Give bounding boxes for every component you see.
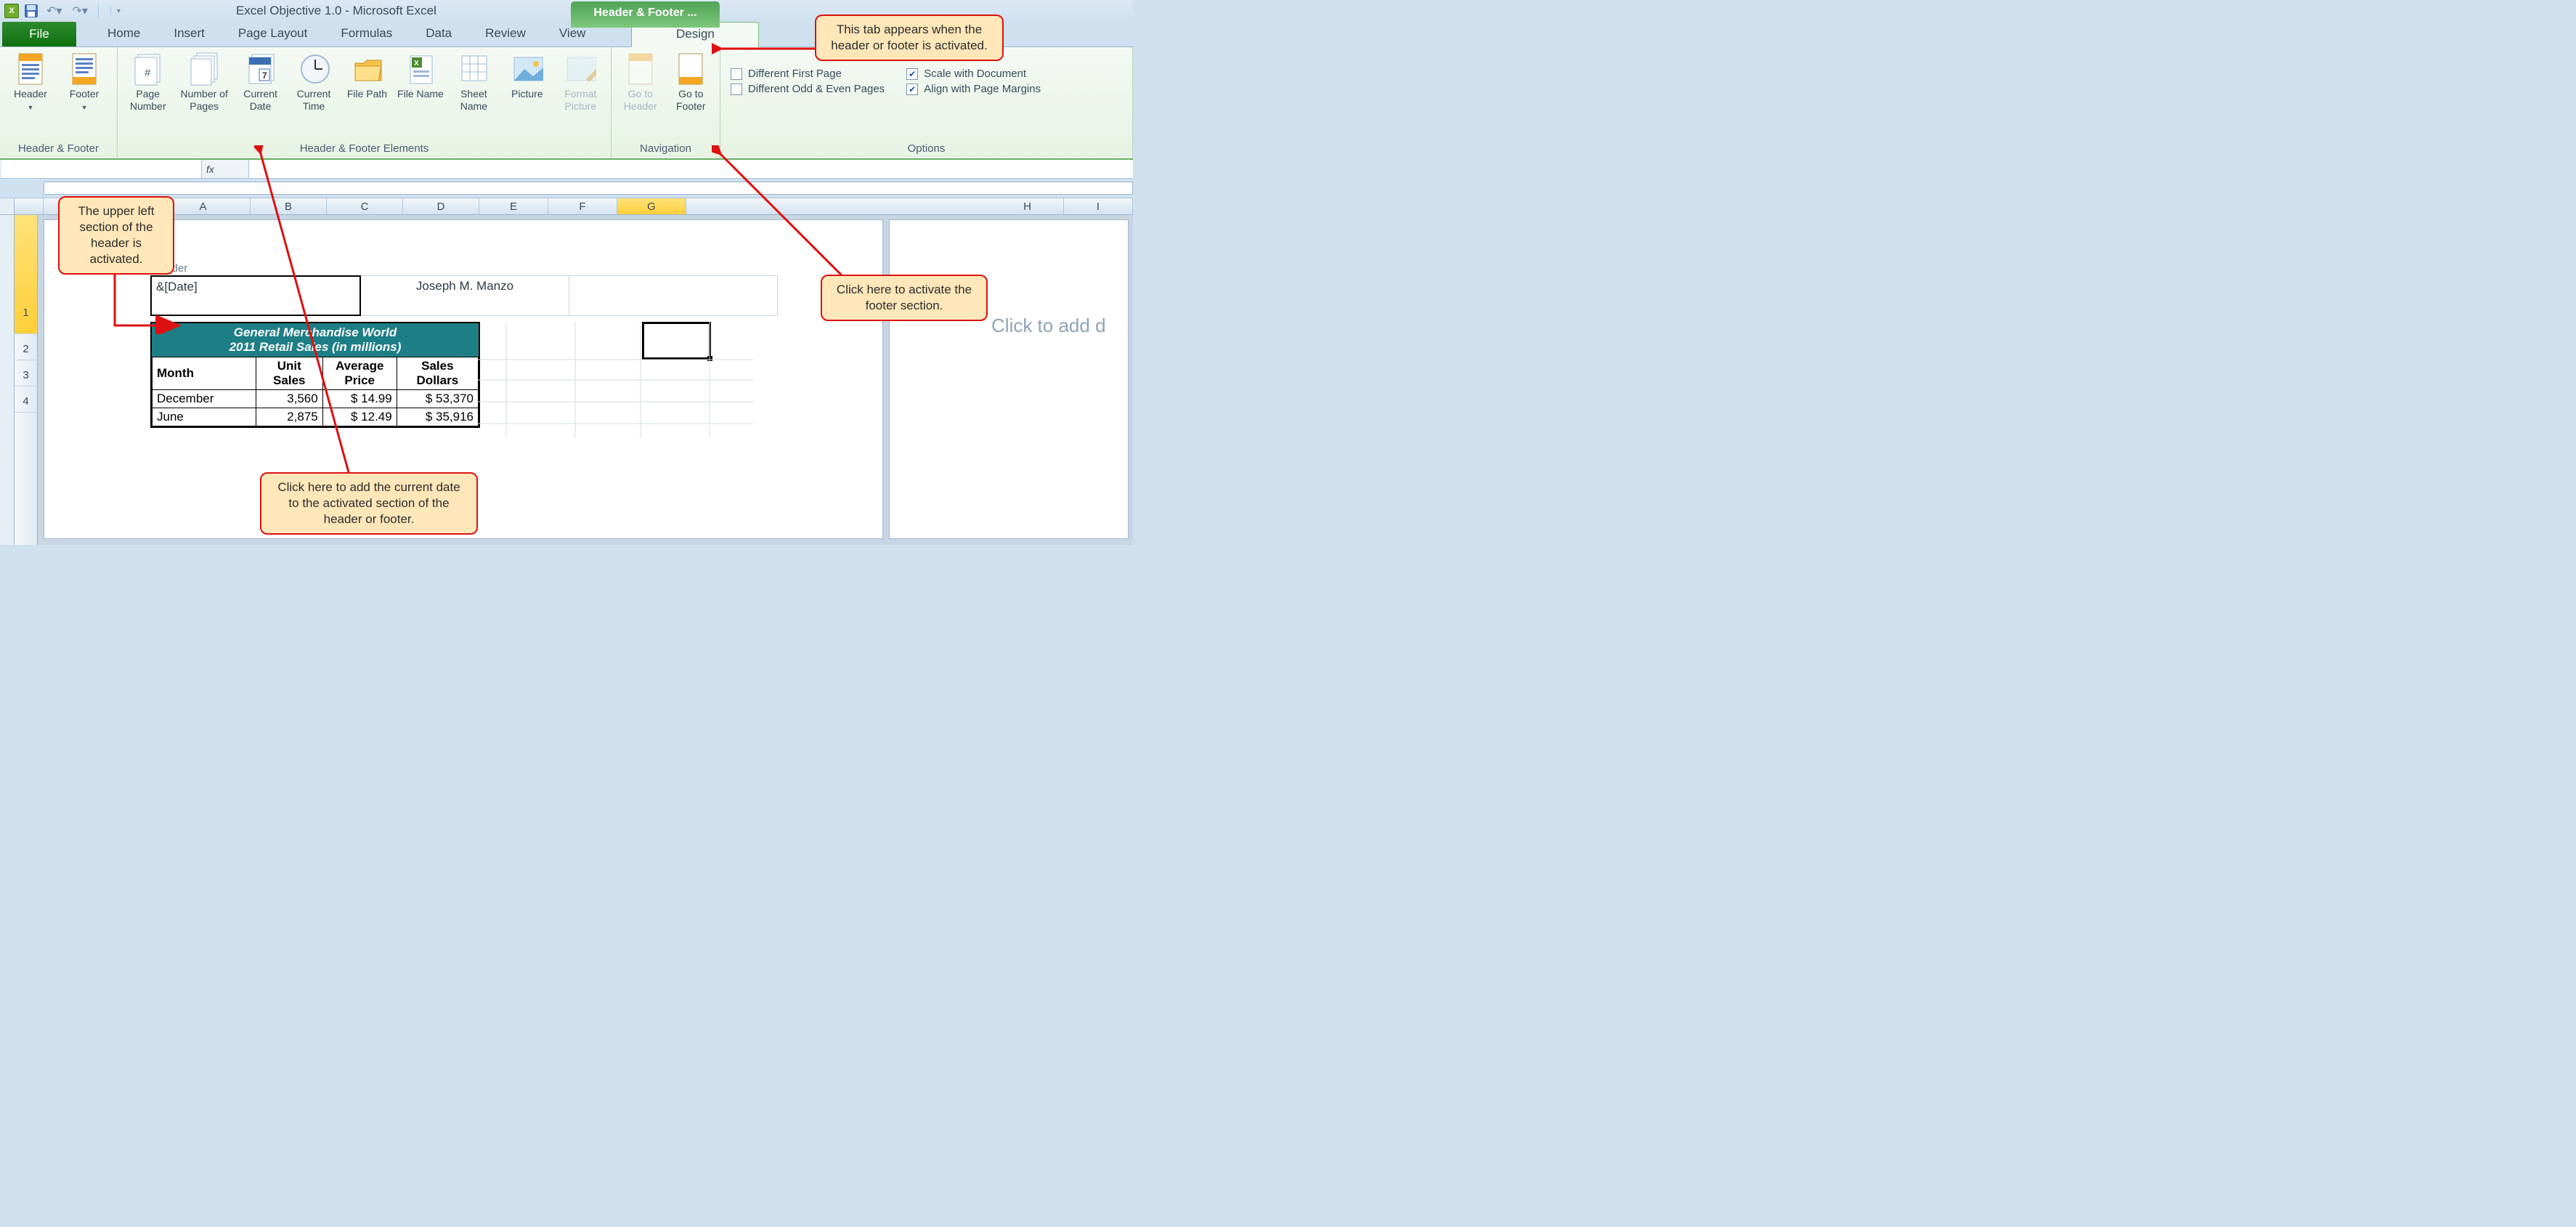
- ribbon: Header▼ Footer▼ Header & Footer # Page N…: [0, 47, 1133, 160]
- arrow-to-design-tab: [712, 40, 828, 62]
- group-label-navigation: Navigation: [617, 142, 714, 157]
- svg-text:7: 7: [262, 70, 267, 81]
- callout-header-note: The upper left section of the header is …: [58, 196, 174, 275]
- footer-button[interactable]: Footer▼: [60, 52, 109, 114]
- col-I[interactable]: I: [1064, 198, 1133, 214]
- col-F[interactable]: F: [548, 198, 617, 214]
- grid-lines: [477, 322, 778, 438]
- picture-button[interactable]: Picture: [503, 52, 551, 100]
- goto-footer-icon: [675, 52, 707, 86]
- formula-input[interactable]: [249, 160, 1133, 178]
- opt-align-page-margins[interactable]: Align with Page Margins: [906, 83, 1041, 95]
- select-all-corner[interactable]: [0, 198, 15, 214]
- page2-add-header-prompt: Click to add d: [991, 315, 1128, 337]
- row-4[interactable]: 4: [15, 391, 37, 413]
- group-label-header-footer: Header & Footer: [6, 142, 111, 157]
- footer-icon: [68, 52, 100, 86]
- sheet-icon: [458, 52, 489, 86]
- page-number-icon: #: [132, 52, 164, 86]
- row-headers: 1 2 3 4: [15, 215, 38, 545]
- svg-text:#: #: [145, 67, 151, 79]
- group-navigation: Go to Header Go to Footer Navigation: [612, 47, 720, 158]
- redo-button[interactable]: ↷▾: [69, 4, 90, 18]
- formula-bar: fx: [0, 160, 1133, 179]
- row-gutter-edge: [0, 215, 15, 545]
- header-sections: &[Date] Joseph M. Manzo: [150, 275, 778, 316]
- tab-data[interactable]: Data: [409, 21, 468, 46]
- callout-footer-note: Click here to activate the footer sectio…: [821, 275, 988, 321]
- qat-customize-button[interactable]: ▾: [110, 7, 123, 15]
- number-of-pages-button[interactable]: Number of Pages: [176, 52, 231, 113]
- tab-home[interactable]: Home: [91, 21, 157, 46]
- page-number-button[interactable]: # Page Number: [123, 52, 172, 113]
- group-elements: # Page Number Number of Pages 7 Current …: [118, 47, 612, 158]
- arrow-to-goto-footer: [712, 145, 857, 283]
- name-box[interactable]: [1, 160, 202, 178]
- contextual-tab-group-header-footer: Header & Footer ...: [571, 1, 720, 28]
- col-E[interactable]: E: [479, 198, 548, 214]
- col-G[interactable]: G: [617, 198, 686, 214]
- horizontal-ruler: [44, 182, 1133, 195]
- current-date-button[interactable]: 7 Current Date: [236, 52, 285, 113]
- current-time-button[interactable]: Current Time: [289, 52, 338, 113]
- arrow-to-header-left: [110, 269, 198, 334]
- group-options: Different First Page Different Odd & Eve…: [720, 47, 1133, 158]
- callout-tab-note: This tab appears when the header or foot…: [815, 15, 1004, 61]
- excel-icon: X: [4, 4, 19, 18]
- window-title: Excel Objective 1.0 - Microsoft Excel: [236, 4, 436, 18]
- goto-header-button: Go to Header: [617, 52, 664, 113]
- file-path-button[interactable]: File Path: [343, 52, 391, 100]
- clock-icon: [298, 52, 330, 86]
- header-center-section[interactable]: Joseph M. Manzo: [361, 275, 569, 316]
- col-D[interactable]: D: [403, 198, 479, 214]
- folder-icon: [351, 52, 383, 86]
- th-month: Month: [153, 357, 256, 390]
- group-label-elements: Header & Footer Elements: [123, 142, 605, 157]
- sheet-name-button[interactable]: Sheet Name: [450, 52, 498, 113]
- quick-access-toolbar: X ↶▾ ↷▾ ▾: [0, 3, 123, 19]
- group-header-footer: Header▼ Footer▼ Header & Footer: [0, 47, 118, 158]
- goto-footer-button[interactable]: Go to Footer: [668, 52, 715, 113]
- undo-button[interactable]: ↶▾: [44, 4, 65, 18]
- format-picture-button: Format Picture: [556, 52, 605, 113]
- tab-review[interactable]: Review: [468, 21, 543, 46]
- th-sales-dollars: Sales Dollars: [397, 357, 478, 390]
- opt-different-first-page[interactable]: Different First Page: [731, 68, 885, 80]
- opt-scale-with-document[interactable]: Scale with Document: [906, 68, 1041, 80]
- header-icon: [15, 52, 46, 86]
- row-1[interactable]: 1: [15, 215, 37, 334]
- tab-page-layout[interactable]: Page Layout: [222, 21, 324, 46]
- format-picture-icon: [564, 52, 596, 86]
- arrow-to-current-date: [254, 145, 356, 479]
- tab-formulas[interactable]: Formulas: [324, 21, 409, 46]
- calendar-icon: 7: [245, 52, 277, 86]
- file-name-button[interactable]: X File Name: [396, 52, 444, 100]
- row-2[interactable]: 2: [15, 339, 37, 360]
- page-2[interactable]: Click to add d: [889, 219, 1129, 539]
- callout-date-note: Click here to add the current date to th…: [260, 472, 478, 535]
- svg-text:X: X: [414, 60, 419, 68]
- opt-different-odd-even[interactable]: Different Odd & Even Pages: [731, 83, 885, 95]
- header-button[interactable]: Header▼: [6, 52, 55, 114]
- file-name-icon: X: [405, 52, 436, 86]
- save-button[interactable]: [23, 3, 39, 19]
- goto-header-icon: [625, 52, 657, 86]
- tab-insert[interactable]: Insert: [157, 21, 222, 46]
- separator: [98, 4, 99, 17]
- number-of-pages-icon: [188, 52, 220, 86]
- fx-label[interactable]: fx: [202, 160, 249, 178]
- file-tab[interactable]: File: [2, 21, 76, 46]
- picture-icon: [511, 52, 543, 86]
- col-H[interactable]: H: [991, 198, 1064, 214]
- row-3[interactable]: 3: [15, 365, 37, 386]
